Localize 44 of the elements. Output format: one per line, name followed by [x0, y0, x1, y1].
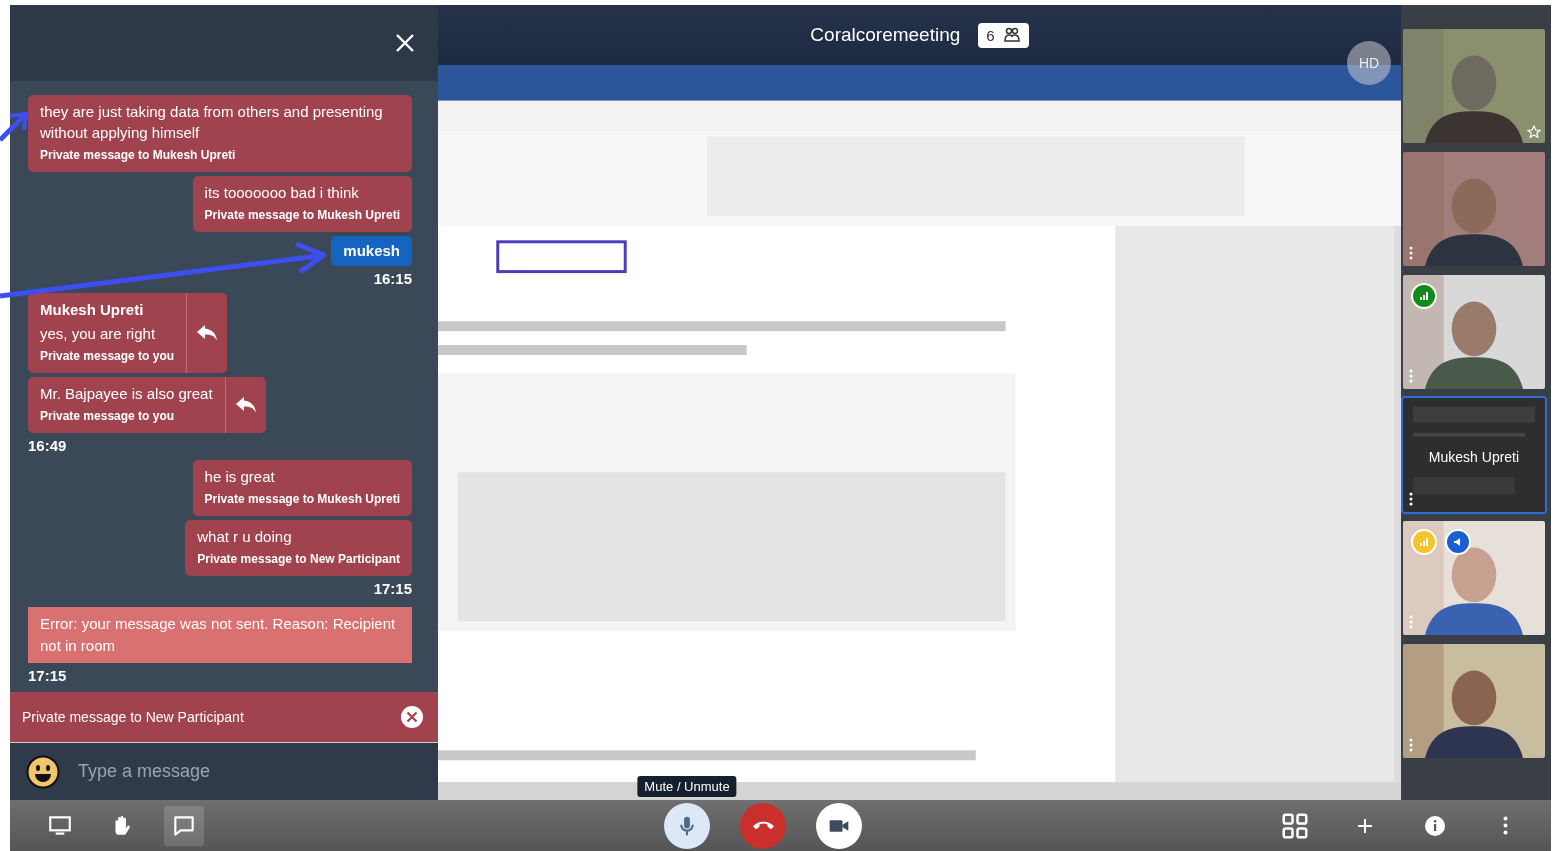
- participant-count-badge[interactable]: 6: [978, 22, 1029, 48]
- private-note: Private message to Mukesh Upreti: [40, 147, 237, 164]
- participant-name: Mukesh Upreti: [1427, 449, 1521, 466]
- people-icon: [1002, 27, 1021, 43]
- message-field[interactable]: Type a message: [10, 743, 438, 800]
- plus-icon: [1358, 818, 1372, 833]
- smiley-icon[interactable]: [26, 754, 60, 789]
- sender-name: Mukesh Upreti: [40, 300, 145, 320]
- message-text: he is great: [204, 468, 275, 485]
- phone-icon: [752, 821, 774, 830]
- more-icon: [1502, 816, 1508, 835]
- private-note: Private message to you: [40, 408, 176, 425]
- timestamp: 16:49: [28, 437, 67, 454]
- message-bubble: mukesh: [331, 236, 412, 266]
- timestamp: 16:15: [373, 270, 412, 287]
- chat-button[interactable]: [164, 805, 204, 846]
- camera-button[interactable]: [816, 802, 862, 849]
- message-text: what r u doing: [197, 528, 292, 545]
- private-note: Private message to Mukesh Upreti: [204, 491, 400, 508]
- error-message: Error: your message was not sent. Reason: Recipient not in room: [28, 607, 412, 663]
- private-note: Private message to Mukesh Upreti: [204, 207, 400, 224]
- reply-icon[interactable]: [234, 396, 257, 414]
- meeting-title: Coralcoremeeting: [810, 24, 961, 46]
- annotation-arrow: [0, 111, 29, 142]
- timestamp: 17:15: [373, 580, 412, 597]
- message-text: its tooooooo bad i think: [204, 184, 359, 201]
- hang-up-button[interactable]: [740, 802, 786, 849]
- private-target-label: Private message to New Participant: [22, 709, 244, 725]
- close-icon[interactable]: [400, 705, 424, 729]
- reply-icon[interactable]: [196, 324, 219, 342]
- info-icon: [1423, 813, 1447, 838]
- timestamp: 17:15: [28, 667, 67, 684]
- message-text: yes, you are right: [40, 325, 156, 342]
- tooltip: Mute / Unmute: [637, 775, 737, 797]
- private-note: Private message to you: [40, 348, 175, 365]
- message-input[interactable]: Type a message: [76, 760, 380, 783]
- more-icon[interactable]: [1409, 492, 1413, 506]
- participant-count: 6: [986, 26, 995, 44]
- private-note: Private message to New Participant: [197, 551, 400, 568]
- message-text: they are just taking data from others and presenting without applying himself: [40, 103, 383, 141]
- quality-badge: HD: [1347, 41, 1391, 85]
- message-text: Mr. Bajpayee is also great: [40, 385, 213, 402]
- close-icon[interactable]: [394, 32, 416, 54]
- participant-thumbnail[interactable]: Mukesh Upreti: [1401, 396, 1547, 514]
